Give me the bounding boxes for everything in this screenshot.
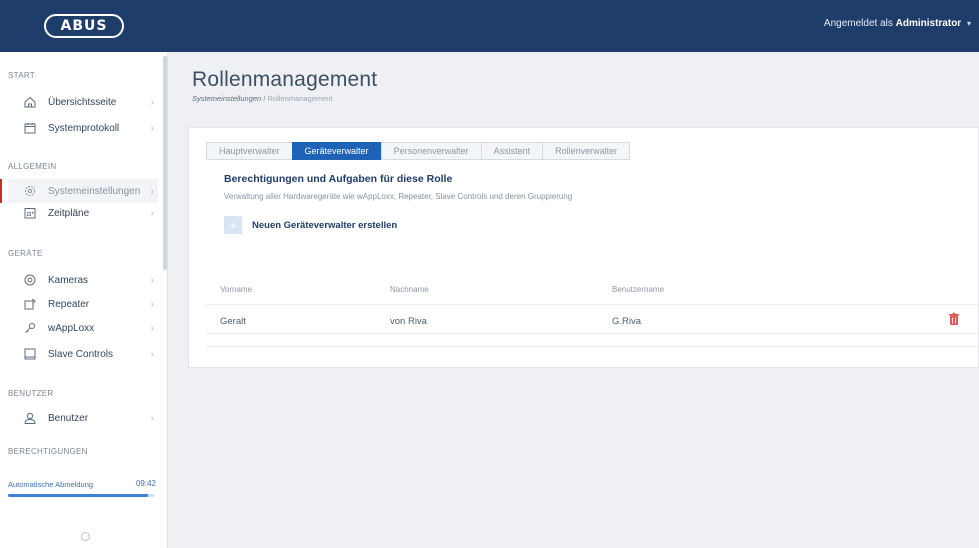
sidebar-item-label: Übersichtsseite	[48, 96, 117, 108]
user-menu[interactable]: Angemeldet als Administrator ▾	[824, 18, 971, 29]
sidebar-item-label: Zeitpläne	[48, 207, 90, 219]
key-icon	[22, 320, 38, 336]
breadcrumb-current: Rollenmanagement	[267, 94, 333, 103]
auto-logout-progress	[8, 494, 154, 497]
sidebar-item-label: Kameras	[48, 274, 89, 286]
role-tabs: Hauptverwalter Geräteverwalter Personenv…	[206, 142, 631, 160]
sidebar-scrollbar[interactable]	[163, 56, 167, 270]
section-benutzer: BENUTZER	[8, 389, 54, 398]
tab-rollenverwalter[interactable]: Rollenverwalter	[542, 142, 631, 160]
section-start: START	[8, 71, 35, 80]
section-allgemein: ALLGEMEIN	[8, 162, 57, 171]
breadcrumb: Systemeinstellungen / Rollenmanagement	[192, 94, 333, 103]
tab-assistent[interactable]: Assistent	[480, 142, 544, 160]
chevron-right-icon: ›	[150, 207, 154, 219]
loading-spinner-icon	[81, 532, 90, 541]
auto-logout-progress-fill	[8, 494, 149, 497]
section-title: Berechtigungen und Aufgaben für diese Ro…	[224, 173, 453, 185]
auto-logout-time: 09:42	[135, 479, 156, 488]
breadcrumb-systemeinstellungen[interactable]: Systemeinstellungen	[192, 94, 261, 103]
chevron-right-icon: ›	[150, 274, 154, 286]
cell-nachname: von Riva	[390, 316, 427, 327]
chevron-down-icon: ▾	[966, 19, 971, 28]
sidebar-item-label: Benutzer	[48, 412, 89, 424]
chevron-right-icon: ›	[150, 412, 154, 424]
section-geraete: GERÄTE	[8, 249, 43, 258]
tablet-icon	[22, 346, 38, 362]
trash-icon[interactable]	[948, 312, 960, 326]
sidebar-item-benutzer[interactable]: Benutzer ›	[8, 406, 158, 430]
column-header-vorname: Vorname	[220, 285, 253, 294]
table-divider	[206, 304, 979, 305]
cell-vorname: Geralt	[220, 316, 246, 327]
sidebar-item-uebersichtsseite[interactable]: Übersichtsseite ›	[8, 90, 158, 114]
add-button[interactable]: +	[224, 216, 242, 234]
sidebar-item-label: wAppLoxx	[48, 322, 95, 334]
add-device-manager-label[interactable]: Neuen Geräteverwalter erstellen	[252, 220, 397, 231]
add-device-manager[interactable]: + Neuen Geräteverwalter erstellen	[224, 216, 397, 234]
gear-icon	[22, 183, 38, 199]
column-header-benutzername: Benutzername	[612, 285, 665, 294]
chevron-right-icon: ›	[150, 96, 154, 108]
table-bottom-divider	[206, 346, 979, 347]
sidebar-item-kameras[interactable]: Kameras ›	[8, 268, 158, 292]
section-description: Verwaltung aller Hardwaregeräte wie wApp…	[224, 192, 573, 201]
sidebar-item-label: Systemprotokoll	[48, 122, 120, 134]
repeater-icon	[22, 296, 38, 312]
sidebar-item-repeater[interactable]: Repeater ›	[8, 292, 158, 316]
table-row-divider	[206, 333, 979, 334]
chevron-right-icon: ›	[150, 185, 154, 197]
breadcrumb-separator: /	[263, 94, 266, 103]
sidebar-item-label: Repeater	[48, 298, 90, 310]
tab-personenverwalter[interactable]: Personenverwalter	[380, 142, 482, 160]
user-name: Administrator	[895, 18, 962, 29]
camera-icon	[22, 272, 38, 288]
home-icon	[22, 94, 38, 110]
sidebar-item-systemeinstellungen[interactable]: Systemeinstellungen ›	[0, 179, 158, 203]
sidebar-item-label: Systemeinstellungen	[48, 185, 141, 197]
sidebar-item-zeitplaene[interactable]: Zeitpläne ›	[8, 201, 158, 225]
content-card	[188, 127, 979, 368]
cell-benutzername: G.Riva	[612, 316, 642, 327]
auto-logout: Automatische Abmeldung 09:42	[8, 470, 160, 508]
chevron-right-icon: ›	[150, 348, 154, 360]
chevron-right-icon: ›	[150, 122, 154, 134]
chevron-right-icon: ›	[150, 298, 154, 310]
auto-logout-label: Automatische Abmeldung	[8, 480, 94, 489]
calendar-icon	[22, 120, 38, 136]
user-prefix: Angemeldet als	[823, 18, 893, 29]
chevron-right-icon: ›	[150, 322, 154, 334]
sidebar-item-label: Slave Controls	[48, 348, 114, 360]
sidebar-item-slave-controls[interactable]: Slave Controls ›	[8, 342, 158, 366]
section-berechtigungen: BERECHTIGUNGEN	[8, 447, 88, 456]
logo-area[interactable]: ABUS	[0, 0, 168, 52]
user-icon	[22, 410, 38, 426]
sidebar-item-systemprotokoll[interactable]: Systemprotokoll ›	[8, 116, 158, 140]
sidebar-item-wapploxx[interactable]: wAppLoxx ›	[8, 316, 158, 340]
schedule-icon	[22, 205, 38, 221]
column-header-nachname: Nachname	[390, 285, 429, 294]
tab-geraeteverwalter[interactable]: Geräteverwalter	[291, 142, 382, 160]
page-title: Rollenmanagement	[192, 68, 378, 91]
abus-logo: ABUS	[44, 14, 124, 38]
tab-hauptverwalter[interactable]: Hauptverwalter	[206, 142, 293, 160]
